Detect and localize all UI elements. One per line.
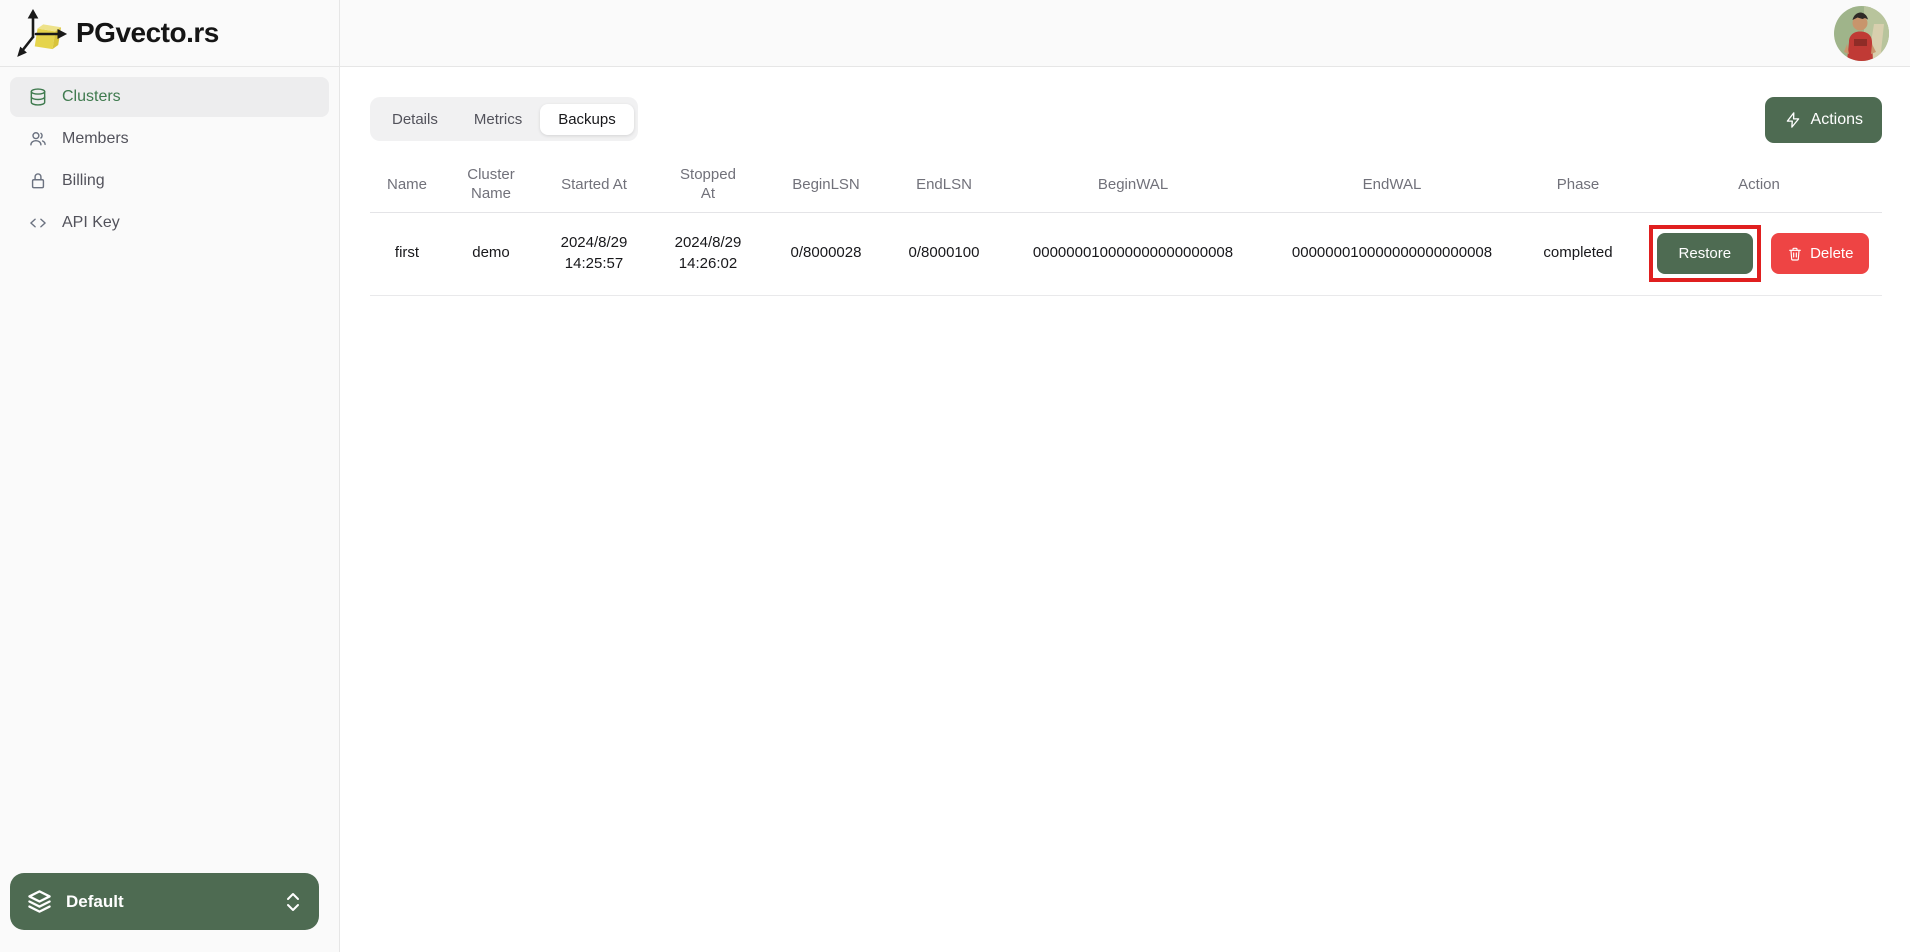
cell-begin-lsn: 0/8000028	[766, 212, 886, 295]
cell-phase: completed	[1520, 212, 1636, 295]
table-row: first demo 2024/8/29 14:25:57 2024/8/29 …	[370, 212, 1882, 295]
table-header: Name Cluster Name Started At Stopped At …	[370, 157, 1882, 212]
avatar-photo	[1834, 6, 1889, 61]
logo: PGvecto.rs	[0, 0, 339, 67]
cell-end-wal: 000000010000000000000008	[1264, 212, 1520, 295]
sidebar-item-label: Clusters	[62, 88, 121, 106]
actions-button-label: Actions	[1811, 111, 1863, 129]
sidebar-item-members[interactable]: Members	[10, 119, 329, 159]
backups-table: Name Cluster Name Started At Stopped At …	[370, 157, 1882, 296]
delete-button-label: Delete	[1810, 245, 1853, 262]
chevrons-up-down-icon	[283, 890, 303, 914]
sidebar-item-label: Billing	[62, 172, 105, 190]
sidebar-nav: Clusters Members Billing	[0, 67, 339, 243]
action-buttons: Restore Delete	[1640, 225, 1878, 282]
cell-stopped-at: 2024/8/29 14:26:02	[650, 212, 766, 295]
cell-end-lsn: 0/8000100	[886, 212, 1002, 295]
column-header-beginwal: BeginWAL	[1002, 157, 1264, 212]
sidebar-item-clusters[interactable]: Clusters	[10, 77, 329, 117]
trash-icon	[1787, 246, 1803, 262]
users-icon	[28, 129, 48, 149]
tab-details[interactable]: Details	[374, 104, 456, 135]
lock-icon	[28, 171, 48, 191]
content: Details Metrics Backups Actions	[340, 67, 1910, 296]
column-header-stopped-at: Stopped At	[650, 157, 766, 212]
cell-action: Restore Delete	[1636, 212, 1882, 295]
layers-icon	[26, 888, 53, 915]
cell-name: first	[370, 212, 444, 295]
actions-button[interactable]: Actions	[1765, 97, 1882, 143]
app-title: PGvecto.rs	[76, 17, 219, 49]
column-header-cluster-name: Cluster Name	[444, 157, 538, 212]
workspace-switcher-button[interactable]: Default	[10, 873, 319, 930]
cell-started-at: 2024/8/29 14:25:57	[538, 212, 650, 295]
sidebar-item-label: API Key	[62, 214, 120, 232]
column-header-action: Action	[1636, 157, 1882, 212]
app-root: PGvecto.rs Clusters Members	[0, 0, 1910, 952]
tab-backups[interactable]: Backups	[540, 104, 634, 135]
column-header-name: Name	[370, 157, 444, 212]
cell-begin-wal: 000000010000000000000008	[1002, 212, 1264, 295]
content-top-row: Details Metrics Backups Actions	[370, 97, 1882, 143]
delete-button[interactable]: Delete	[1771, 233, 1869, 274]
code-icon	[28, 213, 48, 233]
cell-cluster-name: demo	[444, 212, 538, 295]
sidebar-item-billing[interactable]: Billing	[10, 161, 329, 201]
top-bar	[340, 0, 1910, 67]
column-header-started-at: Started At	[538, 157, 650, 212]
sidebar-item-label: Members	[62, 130, 129, 148]
tab-bar: Details Metrics Backups	[370, 97, 638, 141]
restore-button[interactable]: Restore	[1657, 233, 1754, 274]
user-avatar[interactable]	[1834, 6, 1889, 61]
bolt-icon	[1784, 111, 1802, 129]
sidebar: PGvecto.rs Clusters Members	[0, 0, 340, 952]
main-area: Details Metrics Backups Actions	[340, 0, 1910, 952]
workspace-name: Default	[66, 892, 124, 912]
sidebar-item-api-key[interactable]: API Key	[10, 203, 329, 243]
restore-highlight-box: Restore	[1649, 225, 1762, 282]
column-header-phase: Phase	[1520, 157, 1636, 212]
column-header-endlsn: EndLSN	[886, 157, 1002, 212]
logo-axes-cube-icon	[16, 8, 68, 58]
database-icon	[28, 87, 48, 107]
tab-metrics[interactable]: Metrics	[456, 104, 540, 135]
column-header-endwal: EndWAL	[1264, 157, 1520, 212]
column-header-beginlsn: BeginLSN	[766, 157, 886, 212]
